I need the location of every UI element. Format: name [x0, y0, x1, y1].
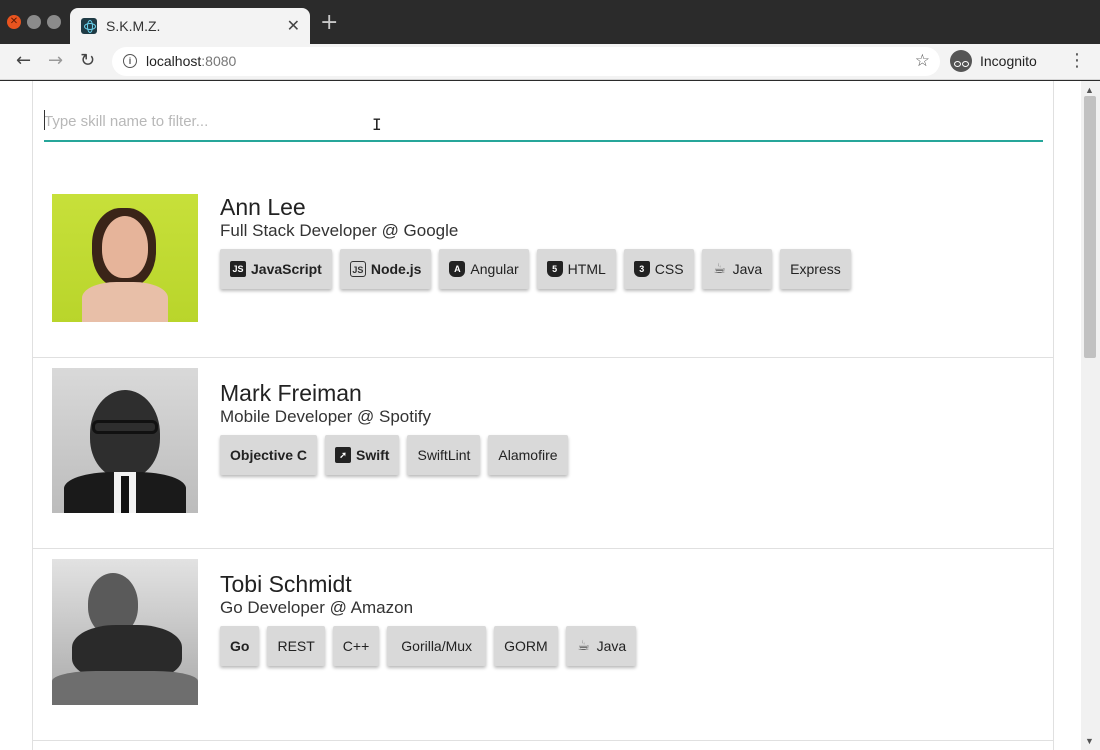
window-minimize-icon[interactable] [27, 15, 41, 29]
person-role: Full Stack Developer @ Google [220, 221, 459, 240]
person-row-ann-lee: Ann Lee Full Stack Developer @ Google JS… [33, 162, 1053, 358]
person-role: Go Developer @ Amazon [220, 598, 414, 617]
skill-label: HTML [567, 261, 606, 277]
page-viewport: I Ann Lee Full Stack Developer @ Google … [0, 81, 1100, 750]
skill-label: Express [790, 261, 841, 277]
skill-label: GORM [504, 638, 548, 654]
skill-chip-angular[interactable]: A Angular [439, 249, 529, 289]
skill-chip-rest[interactable]: REST [267, 626, 325, 666]
back-arrow-icon[interactable]: ← [16, 50, 31, 71]
reload-icon[interactable]: ↻ [80, 50, 95, 71]
skill-label: CSS [654, 261, 684, 277]
skill-chip-alamofire[interactable]: Alamofire [488, 435, 568, 475]
skill-chip-javascript[interactable]: JS JavaScript [220, 249, 332, 289]
browser-tab[interactable]: S.K.M.Z. ✕ [70, 8, 310, 44]
skill-label: Java [596, 638, 627, 654]
skill-chip-go[interactable]: Go [220, 626, 260, 666]
css3-icon: 3 [633, 261, 650, 277]
people-card: I Ann Lee Full Stack Developer @ Google … [32, 81, 1054, 750]
text-cursor-icon: I [372, 115, 382, 134]
skill-chip-gorm[interactable]: GORM [494, 626, 558, 666]
site-info-icon[interactable]: i [123, 54, 137, 68]
title-bar: ✕ S.K.M.Z. ✕ + [0, 0, 1100, 44]
skill-chip-objective-c[interactable]: Objective C [220, 435, 318, 475]
person-row-mark-freiman: Mark Freiman Mobile Developer @ Spotify … [33, 358, 1053, 549]
skill-label: Swift [356, 447, 390, 463]
skill-label: Gorilla/Mux [401, 638, 473, 654]
skill-chip-swiftlint[interactable]: SwiftLint [407, 435, 481, 475]
browser-menu-icon[interactable]: ⋮ [1068, 50, 1086, 71]
url-port: :8080 [201, 53, 237, 69]
skill-label: Go [230, 638, 250, 654]
avatar [52, 194, 198, 322]
bookmark-star-icon[interactable]: ☆ [915, 51, 930, 71]
skills-list: Objective C ➚ Swift SwiftLint Alamofire [220, 435, 568, 475]
skill-label: Alamofire [498, 447, 558, 463]
person-name: Mark Freiman [220, 380, 362, 406]
skill-label: Objective C [230, 447, 308, 463]
text-caret [44, 110, 45, 130]
skill-chip-nodejs[interactable]: JS Node.js [339, 249, 432, 289]
window-maximize-icon[interactable] [47, 15, 61, 29]
skill-chip-html[interactable]: 5 HTML [536, 249, 616, 289]
page-scrollbar[interactable]: ▲ ▼ [1081, 81, 1100, 750]
skill-label: JavaScript [251, 261, 322, 277]
skill-chip-swift[interactable]: ➚ Swift [325, 435, 400, 475]
nodejs-icon: JS [349, 261, 366, 277]
react-favicon-icon [81, 18, 97, 34]
javascript-icon: JS [230, 261, 246, 277]
skill-chip-java[interactable]: ☕ Java [701, 249, 773, 289]
window-close-icon[interactable]: ✕ [7, 15, 21, 29]
url-text: localhost:8080 [146, 53, 236, 69]
skill-label: Angular [470, 261, 519, 277]
skill-filter-input[interactable] [44, 103, 1043, 142]
avatar [52, 559, 198, 705]
skill-label: SwiftLint [417, 447, 471, 463]
url-host: localhost [146, 53, 202, 69]
person-row-tobi-schmidt: Tobi Schmidt Go Developer @ Amazon Go RE… [33, 549, 1053, 741]
person-name: Ann Lee [220, 194, 306, 220]
person-name: Tobi Schmidt [220, 571, 352, 597]
html5-icon: 5 [546, 261, 563, 277]
swift-icon: ➚ [335, 447, 352, 463]
skill-label: REST [277, 638, 315, 654]
skill-label: C++ [342, 638, 370, 654]
scroll-thumb[interactable] [1084, 96, 1096, 358]
incognito-icon [950, 50, 972, 72]
java-icon: ☕ [713, 261, 726, 277]
forward-arrow-icon[interactable]: → [48, 50, 63, 71]
person-role: Mobile Developer @ Spotify [220, 407, 431, 426]
skill-label: Node.js [370, 261, 422, 277]
browser-toolbar: ← → ↻ i localhost:8080 ☆ [0, 44, 1100, 80]
skills-list: JS JavaScript JS Node.js A Angular 5 HTML 3C… [220, 249, 851, 289]
skills-list: Go REST C++ Gorilla/Mux GORM ☕ Java [220, 626, 637, 666]
angular-icon: A [449, 261, 466, 277]
scroll-up-arrow-icon[interactable]: ▲ [1085, 85, 1094, 95]
incognito-label: Incognito [980, 53, 1037, 69]
skill-chip-java[interactable]: ☕ Java [565, 626, 637, 666]
new-tab-icon[interactable]: + [320, 12, 338, 34]
java-icon: ☕ [577, 638, 590, 654]
avatar [52, 368, 198, 513]
address-bar[interactable]: i localhost:8080 ☆ [112, 47, 940, 76]
tab-title: S.K.M.Z. [106, 18, 161, 34]
skill-label: Java [732, 261, 763, 277]
skill-chip-gorilla-mux[interactable]: Gorilla/Mux [387, 626, 487, 666]
scroll-down-arrow-icon[interactable]: ▼ [1085, 736, 1094, 746]
skill-chip-cpp[interactable]: C++ [332, 626, 380, 666]
tab-close-icon[interactable]: ✕ [287, 16, 300, 35]
skill-chip-express[interactable]: Express [780, 249, 851, 289]
skill-chip-css[interactable]: 3 CSS [623, 249, 694, 289]
